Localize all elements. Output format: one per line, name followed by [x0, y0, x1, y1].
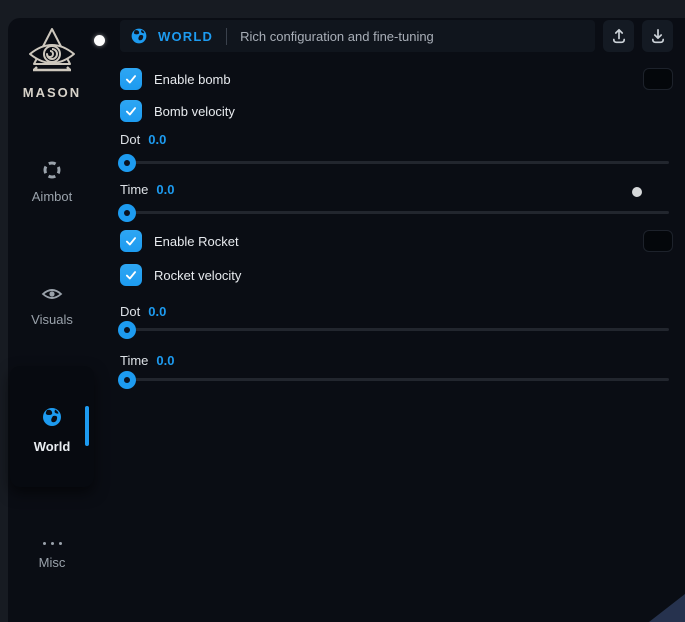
ellipsis-icon — [8, 535, 96, 551]
slider-value: 0.0 — [148, 132, 166, 148]
globe-icon — [41, 415, 63, 432]
slider-value: 0.0 — [148, 304, 166, 320]
sidebar-item-label: Aimbot — [8, 189, 96, 204]
check-icon — [124, 234, 138, 248]
checkbox-label: Enable bomb — [154, 72, 231, 87]
globe-icon — [130, 27, 148, 45]
slider-handle[interactable] — [118, 154, 136, 172]
eye-icon — [41, 285, 63, 305]
rocket-time-slider[interactable] — [120, 378, 669, 381]
slider-value: 0.0 — [156, 353, 174, 369]
slider-value: 0.0 — [156, 182, 174, 198]
sidebar-item-aimbot[interactable]: Aimbot — [8, 156, 96, 204]
sidebar-item-label: World — [10, 439, 94, 454]
slider-handle[interactable] — [118, 371, 136, 389]
bomb-dot-slider[interactable] — [120, 161, 669, 164]
checkbox-label: Enable Rocket — [154, 234, 239, 249]
crosshair-icon — [42, 160, 62, 180]
rocket-velocity-checkbox[interactable] — [120, 264, 142, 286]
slider-label: Dot — [120, 304, 140, 320]
slider-handle[interactable] — [118, 321, 136, 339]
export-config-button[interactable] — [603, 20, 634, 52]
page-header: WORLD Rich configuration and fine-tuning — [120, 20, 673, 52]
bomb-time-slider[interactable] — [120, 211, 669, 214]
sidebar-item-misc[interactable]: Misc — [8, 531, 96, 570]
page-subtitle: Rich configuration and fine-tuning — [240, 29, 434, 44]
checkbox-label: Rocket velocity — [154, 268, 241, 283]
rocket-dot-slider[interactable] — [120, 328, 669, 331]
sidebar-item-label: Visuals — [8, 312, 96, 327]
slider-label: Dot — [120, 132, 140, 148]
brand-name: MASON — [8, 85, 96, 100]
bomb-velocity-checkbox[interactable] — [120, 100, 142, 122]
checkbox-row: Enable Rocket — [120, 230, 673, 252]
app-window: MASON Aimbot Visuals — [8, 18, 685, 622]
slider-label-row: Dot 0.0 — [120, 132, 166, 148]
eye-in-triangle-icon — [25, 26, 79, 82]
slider-label-row: Time 0.0 — [120, 182, 174, 198]
checkbox-row: Enable bomb — [120, 68, 673, 90]
checkbox-row: Bomb velocity — [120, 100, 673, 122]
slider-label: Time — [120, 182, 148, 198]
slider-handle[interactable] — [118, 204, 136, 222]
download-icon — [650, 28, 666, 44]
slider-label: Time — [120, 353, 148, 369]
main-panel: WORLD Rich configuration and fine-tuning — [120, 20, 673, 615]
checkbox-label: Bomb velocity — [154, 104, 235, 119]
slider-label-row: Dot 0.0 — [120, 304, 166, 320]
enable-bomb-checkbox[interactable] — [120, 68, 142, 90]
page-title: WORLD — [158, 29, 213, 44]
check-icon — [124, 72, 138, 86]
cursor-dot — [94, 35, 105, 46]
slider-label-row: Time 0.0 — [120, 353, 174, 369]
import-config-button[interactable] — [642, 20, 673, 52]
check-icon — [124, 268, 138, 282]
header-bar: WORLD Rich configuration and fine-tuning — [120, 20, 595, 52]
background-corner-artifact — [649, 594, 685, 622]
app-logo: MASON — [8, 26, 96, 100]
sidebar-item-world[interactable]: World — [10, 366, 94, 487]
bomb-color-swatch[interactable] — [643, 68, 673, 90]
cursor-dot — [632, 187, 642, 197]
sidebar-item-visuals[interactable]: Visuals — [8, 281, 96, 327]
sidebar: MASON Aimbot Visuals — [8, 18, 96, 622]
header-divider — [226, 28, 227, 45]
sidebar-item-label: Misc — [8, 555, 96, 570]
enable-rocket-checkbox[interactable] — [120, 230, 142, 252]
active-tab-indicator — [85, 406, 89, 446]
checkbox-row: Rocket velocity — [120, 264, 673, 286]
rocket-color-swatch[interactable] — [643, 230, 673, 252]
upload-icon — [611, 28, 627, 44]
check-icon — [124, 104, 138, 118]
